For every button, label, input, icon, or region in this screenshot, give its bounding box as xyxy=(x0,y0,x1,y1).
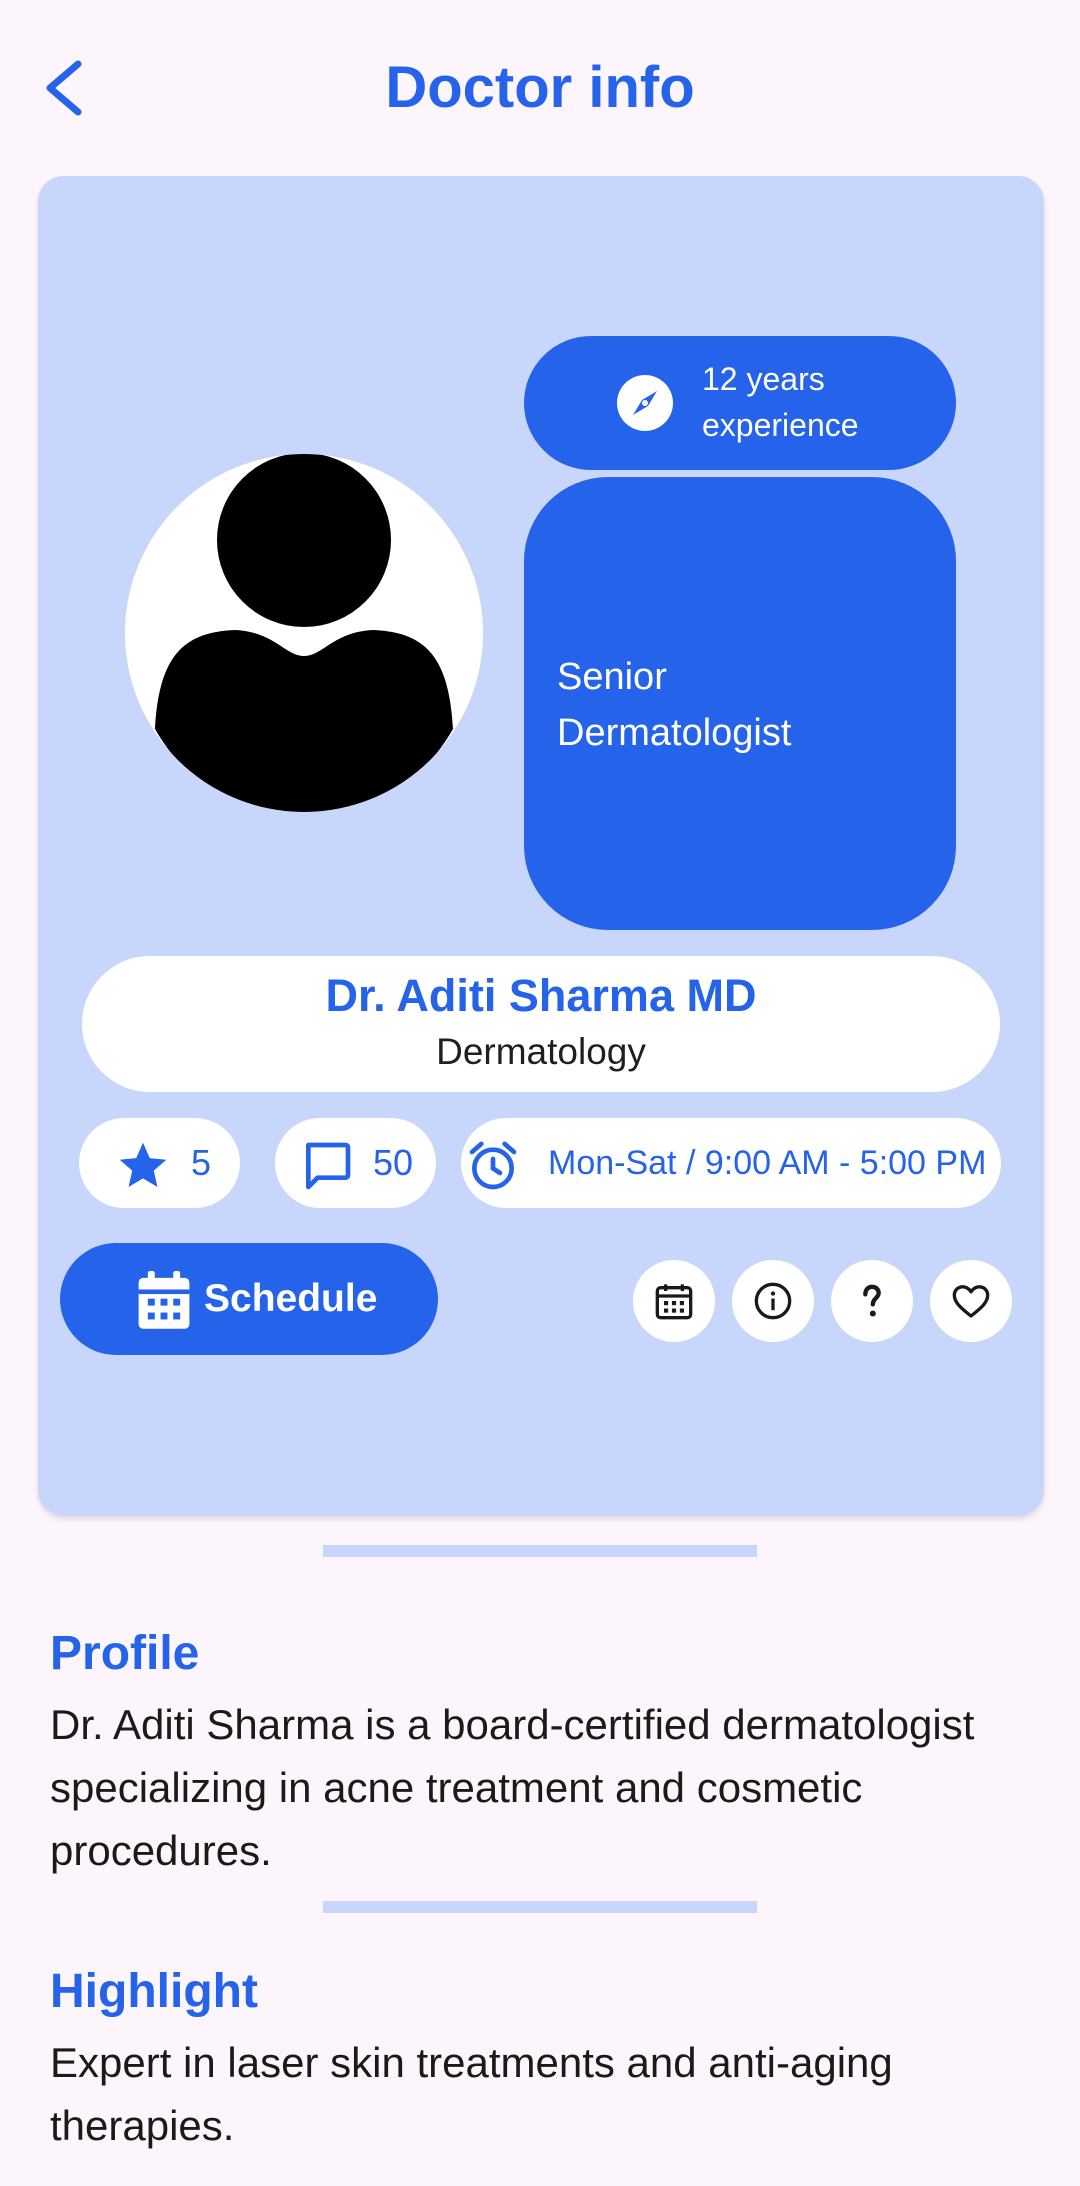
experience-text: 12 years experience xyxy=(702,361,859,443)
help-button[interactable] xyxy=(831,1260,913,1342)
calendar-button[interactable] xyxy=(633,1260,715,1342)
profile-text: Dr. Aditi Sharma is a board-certified de… xyxy=(50,1701,975,1874)
rating-chip: 5 xyxy=(79,1118,240,1208)
heart-icon xyxy=(952,1285,990,1318)
doctor-name: Dr. Aditi Sharma MD xyxy=(325,970,757,1021)
doctor-name-card: Dr. Aditi Sharma MD Dermatology xyxy=(82,956,1000,1092)
calendar-icon xyxy=(655,1284,693,1320)
divider xyxy=(323,1545,757,1557)
comment-icon xyxy=(306,1142,351,1190)
star-icon xyxy=(119,1142,167,1187)
person-icon xyxy=(155,454,453,812)
role-text: Senior Dermatologist xyxy=(557,656,792,754)
favorite-button[interactable] xyxy=(930,1260,1012,1342)
calendar-icon xyxy=(138,1271,190,1329)
doctor-avatar xyxy=(125,454,483,812)
schedule-label: Schedule xyxy=(204,1277,378,1320)
alarm-clock-icon xyxy=(469,1141,517,1190)
top-bar: Doctor info xyxy=(0,0,1080,170)
schedule-button[interactable]: Schedule xyxy=(60,1243,438,1355)
info-button[interactable] xyxy=(732,1260,814,1342)
info-icon xyxy=(754,1282,792,1320)
page-title: Doctor info xyxy=(385,55,695,120)
highlight-title: Highlight xyxy=(50,1965,258,2018)
experience-badge: 12 years experience xyxy=(524,336,956,470)
working-hours: Mon-Sat / 9:00 AM - 5:00 PM xyxy=(548,1144,987,1182)
rating-value: 5 xyxy=(191,1142,212,1183)
profile-title: Profile xyxy=(50,1627,200,1680)
reviews-chip: 50 xyxy=(275,1118,436,1208)
question-icon xyxy=(863,1284,881,1317)
role-badge: Senior Dermatologist xyxy=(524,477,956,930)
compass-icon xyxy=(617,375,673,431)
reviews-count: 50 xyxy=(373,1142,414,1183)
highlight-text: Expert in laser skin treatments and anti… xyxy=(50,2039,893,2149)
divider xyxy=(323,1901,757,1913)
hours-chip: Mon-Sat / 9:00 AM - 5:00 PM xyxy=(461,1118,1001,1208)
doctor-specialty: Dermatology xyxy=(436,1031,646,1072)
